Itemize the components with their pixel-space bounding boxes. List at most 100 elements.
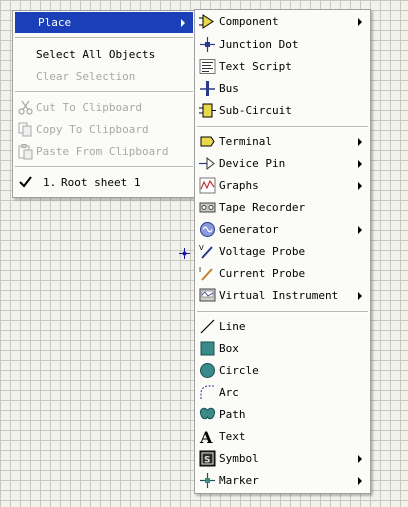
svg-text:A: A: [199, 428, 213, 445]
submenu-item-box[interactable]: Box: [195, 338, 370, 359]
submenu-arrow-icon: [181, 19, 185, 27]
menu-item-prefix: 1.: [43, 176, 57, 189]
component-icon: [199, 14, 214, 29]
menu-item-place[interactable]: Place: [15, 12, 193, 33]
marker-icon: [200, 473, 215, 488]
svg-text:S: S: [204, 456, 210, 466]
submenu-item-component[interactable]: Component: [195, 11, 370, 32]
submenu-item-device-pin[interactable]: Device Pin: [195, 153, 370, 174]
menu-item-select-all-objects[interactable]: Select All Objects: [13, 44, 195, 65]
paste-icon: [18, 144, 33, 160]
menu-item-label: Generator: [219, 223, 279, 236]
menu-item-label: Voltage Probe: [219, 245, 306, 258]
submenu-arrow-icon: [358, 18, 362, 26]
menu-separator: [197, 126, 368, 128]
submenu-item-symbol[interactable]: S Symbol: [195, 448, 370, 469]
menu-item-label: Terminal: [219, 135, 272, 148]
symbol-icon: S: [199, 450, 216, 467]
menu-item-label: Select All Objects: [36, 48, 156, 61]
circle-icon: [200, 363, 215, 378]
terminal-icon: [200, 136, 215, 147]
submenu-item-junction-dot[interactable]: Junction Dot: [195, 34, 370, 55]
menu-item-clear-selection[interactable]: Clear Selection: [13, 66, 195, 87]
check-icon: [19, 176, 32, 188]
line-icon: [200, 319, 215, 334]
menu-item-root-sheet-1[interactable]: 1. Root sheet 1: [13, 172, 195, 193]
submenu-item-text[interactable]: A Text: [195, 426, 370, 447]
submenu-item-bus[interactable]: Bus: [195, 78, 370, 99]
menu-separator: [15, 166, 193, 168]
menu-item-label: Box: [219, 342, 239, 355]
submenu-item-virtual-instrument[interactable]: Virtual Instrument: [195, 285, 370, 306]
virtual-instrument-icon: [199, 288, 216, 302]
bus-icon: [200, 81, 215, 96]
path-icon: [200, 407, 215, 420]
submenu-item-tape-recorder[interactable]: Tape Recorder: [195, 197, 370, 218]
submenu-arrow-icon: [358, 455, 362, 463]
context-menu: Place Select All Objects Clear Selection…: [12, 10, 196, 198]
current-probe-icon: I: [199, 266, 213, 281]
menu-item-label: Component: [219, 15, 279, 28]
menu-item-label: Symbol: [219, 452, 259, 465]
voltage-probe-icon: V: [199, 244, 213, 259]
text-script-icon: [199, 59, 216, 74]
submenu-item-circle[interactable]: Circle: [195, 360, 370, 381]
submenu-arrow-icon: [358, 292, 362, 300]
submenu-item-graphs[interactable]: Graphs: [195, 175, 370, 196]
tape-recorder-icon: [199, 202, 216, 213]
menu-item-label: Junction Dot: [219, 38, 299, 51]
origin-marker-icon: [179, 248, 190, 259]
device-pin-icon: [199, 156, 215, 171]
submenu-item-marker[interactable]: Marker: [195, 470, 370, 491]
arc-icon: [200, 385, 214, 399]
menu-item-label: Path: [219, 408, 246, 421]
menu-item-label: Graphs: [219, 179, 259, 192]
submenu-arrow-icon: [358, 182, 362, 190]
junction-dot-icon: [200, 37, 215, 52]
submenu-arrow-icon: [358, 477, 362, 485]
menu-separator: [15, 37, 193, 39]
submenu-arrow-icon: [358, 160, 362, 168]
generator-icon: [200, 222, 215, 237]
menu-item-cut-to-clipboard[interactable]: Cut To Clipboard: [13, 97, 195, 118]
menu-item-label: Paste From Clipboard: [36, 145, 169, 158]
menu-item-paste-from-clipboard[interactable]: Paste From Clipboard: [13, 141, 195, 162]
menu-item-label: Marker: [219, 474, 259, 487]
graphs-icon: [199, 177, 216, 194]
menu-item-label: Bus: [219, 82, 239, 95]
submenu-item-path[interactable]: Path: [195, 404, 370, 425]
submenu-arrow-icon: [358, 138, 362, 146]
text-icon: A: [199, 428, 213, 445]
menu-item-label: Text: [219, 430, 246, 443]
menu-item-label: Arc: [219, 386, 239, 399]
svg-text:V: V: [199, 244, 204, 252]
submenu-item-current-probe[interactable]: I Current Probe: [195, 263, 370, 284]
submenu-item-arc[interactable]: Arc: [195, 382, 370, 403]
place-submenu: Component Junction Dot Text Script Bus S…: [194, 9, 371, 494]
scissors-icon: [18, 100, 33, 115]
menu-item-label: Device Pin: [219, 157, 286, 170]
submenu-arrow-icon: [358, 226, 362, 234]
menu-item-label: Clear Selection: [36, 70, 136, 83]
copy-icon: [18, 122, 32, 137]
menu-item-label: Copy To Clipboard: [36, 123, 149, 136]
submenu-item-generator[interactable]: Generator: [195, 219, 370, 240]
menu-item-label: Sub-Circuit: [219, 104, 292, 117]
menu-item-label: Text Script: [219, 60, 292, 73]
submenu-item-sub-circuit[interactable]: Sub-Circuit: [195, 100, 370, 121]
menu-item-label: Line: [219, 320, 246, 333]
menu-item-copy-to-clipboard[interactable]: Copy To Clipboard: [13, 119, 195, 140]
menu-item-label: Current Probe: [219, 267, 306, 280]
submenu-item-text-script[interactable]: Text Script: [195, 56, 370, 77]
submenu-item-line[interactable]: Line: [195, 316, 370, 337]
menu-item-label: Place: [38, 16, 72, 29]
sub-circuit-icon: [199, 103, 216, 118]
submenu-item-terminal[interactable]: Terminal: [195, 131, 370, 152]
menu-item-label: Virtual Instrument: [219, 289, 339, 302]
menu-item-label: Root sheet 1: [61, 176, 141, 189]
menu-separator: [15, 91, 193, 93]
menu-item-label: Tape Recorder: [219, 201, 306, 214]
box-icon: [200, 341, 215, 356]
menu-item-label: Circle: [219, 364, 259, 377]
submenu-item-voltage-probe[interactable]: V Voltage Probe: [195, 241, 370, 262]
